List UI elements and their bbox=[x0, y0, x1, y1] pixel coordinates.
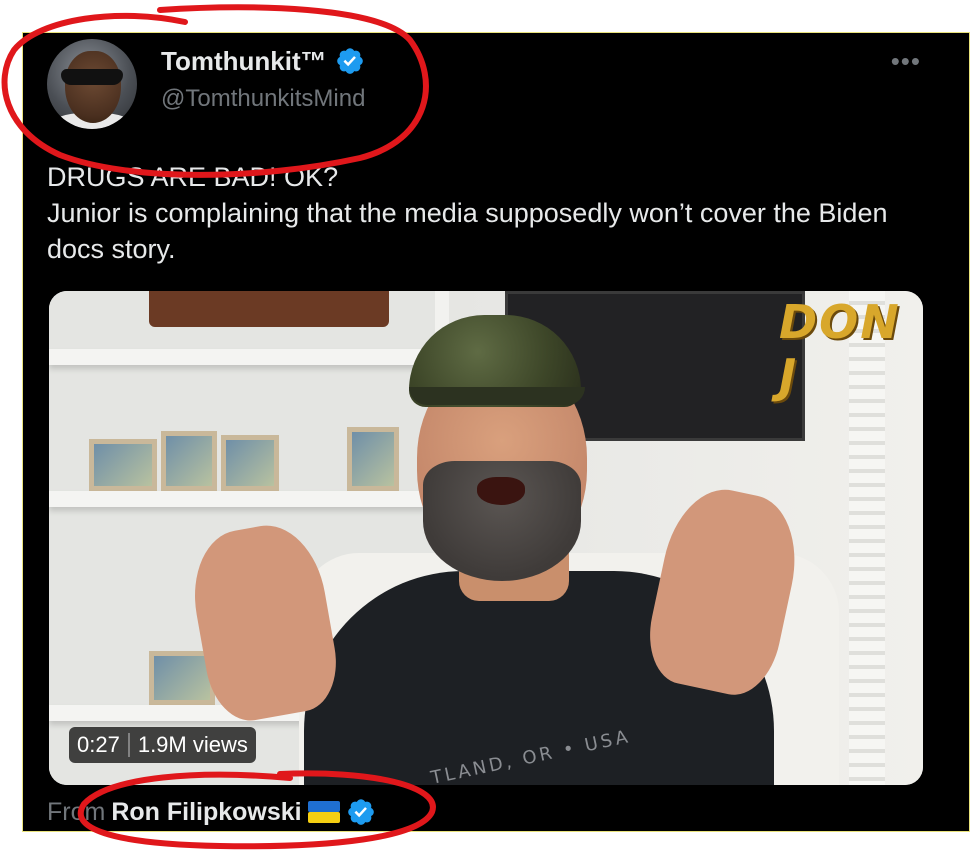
video-player[interactable]: DON J TLAND, OR • USA 0:27 1.9M views bbox=[49, 291, 923, 785]
avatar-face bbox=[65, 51, 121, 123]
cap-brim bbox=[409, 387, 585, 405]
shelf-top bbox=[49, 349, 449, 365]
photo-frame bbox=[161, 431, 217, 491]
shelf-box bbox=[149, 291, 389, 327]
avatar[interactable] bbox=[47, 39, 137, 129]
video-views: 1.9M views bbox=[137, 732, 248, 757]
user-handle[interactable]: @TomthunkitsMind bbox=[161, 85, 365, 113]
video-attribution: From Ron Filipkowski bbox=[47, 797, 376, 827]
photo-frame bbox=[221, 435, 279, 491]
attribution-author-link[interactable]: Ron Filipkowski bbox=[111, 797, 301, 827]
verified-badge-icon bbox=[336, 48, 363, 74]
photo-frame bbox=[347, 427, 399, 491]
shelf-middle bbox=[49, 491, 449, 507]
tweet-text: DRUGS ARE BAD! OK? Junior is complaining… bbox=[47, 162, 888, 264]
video-duration: 0:27 bbox=[77, 732, 120, 757]
ukraine-flag-icon bbox=[307, 801, 340, 823]
verified-badge-icon bbox=[347, 799, 374, 825]
tweet-card[interactable]: Tomthunkit™ @TomthunkitsMind ••• DRUGS A… bbox=[22, 32, 970, 832]
attribution-from-label: From bbox=[47, 798, 106, 826]
person-mouth bbox=[477, 477, 525, 505]
video-stats-overlay: 0:27 1.9M views bbox=[69, 727, 256, 763]
avatar-sunglasses bbox=[61, 69, 123, 85]
display-name-row[interactable]: Tomthunkit™ bbox=[161, 46, 365, 76]
video-brand-text: DON J bbox=[779, 295, 901, 403]
photo-frame bbox=[89, 439, 157, 491]
display-name[interactable]: Tomthunkit™ bbox=[161, 46, 327, 76]
more-dots-icon[interactable]: ••• bbox=[891, 48, 921, 74]
